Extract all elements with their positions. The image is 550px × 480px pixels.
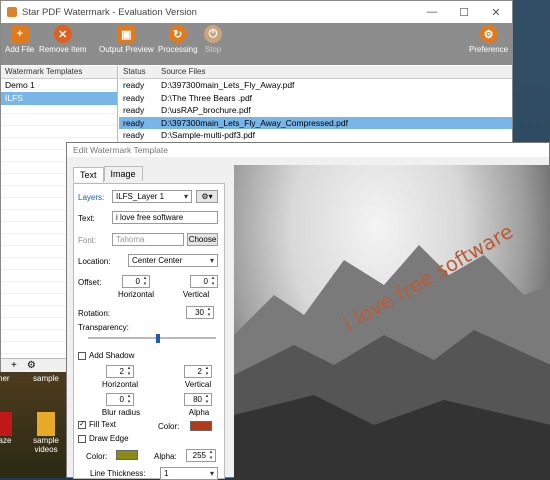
template-item-selected[interactable]: ILFS — [1, 92, 117, 105]
add-file-button[interactable]: + Add File — [5, 25, 34, 54]
desktop-icon-ner[interactable]: ner — [0, 374, 10, 383]
desktop-icon-sample[interactable]: sample — [33, 374, 59, 383]
title-bar: Star PDF Watermark - Evaluation Version … — [1, 1, 512, 23]
preview-icon: ▣ — [117, 25, 136, 43]
transparency-label: Transparency: — [78, 323, 129, 332]
draw-edge-checkbox[interactable] — [78, 435, 86, 443]
table-row[interactable]: ready D:\usRAP_brochure.pdf — [119, 104, 512, 117]
row-path: D:\The Three Bears .pdf — [161, 92, 253, 103]
preference-icon: ⚙ — [479, 25, 498, 43]
preview-image: i love free software — [234, 165, 550, 479]
edge-color-swatch[interactable] — [116, 450, 138, 460]
offset-vertical-stepper[interactable]: 0 — [190, 275, 218, 288]
fill-color-swatch[interactable] — [190, 421, 212, 431]
remove-item-button[interactable]: ✕ Remove Item — [39, 25, 87, 54]
shadow-vertical-stepper[interactable]: 2 — [184, 365, 212, 378]
layer-settings-button[interactable]: ⚙▾ — [196, 190, 218, 203]
row-path: D:\397300main_Lets_Fly_Away_Compressed.p… — [161, 117, 348, 128]
table-row[interactable]: ready D:\Sample-multi-pdf3.pdf — [119, 129, 512, 142]
templates-header: Watermark Templates — [1, 66, 117, 79]
row-status: ready — [123, 105, 145, 115]
shadow-horizontal-stepper[interactable]: 2 — [106, 365, 134, 378]
rotation-label: Rotation: — [78, 309, 111, 318]
layers-label: Layers: — [78, 193, 105, 202]
status-column-header[interactable]: Status — [119, 66, 161, 78]
tab-image[interactable]: Image — [103, 166, 143, 181]
transparency-slider-thumb[interactable] — [156, 334, 160, 343]
source-column-header[interactable]: Source Files — [161, 66, 205, 78]
processing-button[interactable]: ↻ Processing — [158, 25, 198, 54]
close-icon[interactable]: ✕ — [480, 6, 512, 19]
output-preview-button[interactable]: ▣ Output Preview — [99, 25, 154, 54]
edge-alpha-stepper[interactable]: 255 — [186, 449, 216, 462]
dialog-tabs: Text Image — [73, 166, 143, 182]
preference-button[interactable]: ⚙ Preference — [469, 25, 508, 54]
offset-horizontal-stepper[interactable]: 0 — [122, 275, 150, 288]
app-icon — [0, 412, 12, 436]
files-table: Status Source Files ready D:\397300main_… — [119, 66, 512, 146]
offset-vertical-caption: Vertical — [182, 290, 210, 299]
font-label: Font: — [78, 236, 97, 245]
desktop-icon-sample-videos[interactable]: sample videos — [30, 412, 62, 454]
row-status: ready — [123, 80, 145, 90]
tab-text[interactable]: Text — [73, 167, 104, 182]
fill-text-label: Fill Text — [89, 420, 116, 429]
mountain-landscape — [234, 245, 550, 479]
app-logo-icon — [7, 7, 17, 17]
blur-radius-stepper[interactable]: 0 — [106, 393, 134, 406]
text-settings-panel: Layers: ILFS_Layer 1 ⚙▾ Text: i love fre… — [73, 183, 225, 480]
draw-edge-label: Draw Edge — [89, 434, 129, 443]
line-thickness-label: Line Thickness: — [90, 469, 146, 478]
dialog-title: Edit Watermark Template — [67, 143, 549, 157]
add-template-button[interactable]: + — [11, 360, 17, 371]
blur-radius-caption: Blur radius — [101, 408, 141, 417]
row-status: ready — [123, 130, 145, 140]
folder-icon — [37, 412, 55, 436]
table-row-selected[interactable]: ready D:\397300main_Lets_Fly_Away_Compre… — [119, 116, 512, 129]
files-header: Status Source Files — [119, 66, 512, 79]
edit-template-dialog: Edit Watermark Template Text Image Layer… — [66, 142, 550, 480]
table-row[interactable]: ready D:\The Three Bears .pdf — [119, 92, 512, 105]
layers-dropdown[interactable]: ILFS_Layer 1 — [112, 190, 192, 203]
text-label: Text: — [78, 214, 95, 223]
row-path: D:\usRAP_brochure.pdf — [161, 105, 251, 115]
offset-horizontal-caption: Horizontal — [117, 290, 154, 299]
location-label: Location: — [78, 257, 111, 266]
toolbar: + Add File ✕ Remove Item ▣ Output Previe… — [1, 23, 512, 65]
line-thickness-dropdown[interactable]: 1 — [160, 467, 218, 480]
remove-icon: ✕ — [53, 25, 72, 43]
stop-button[interactable]: ⏻ Stop — [204, 25, 222, 54]
alpha-caption: Alpha — [188, 408, 210, 417]
watermark-text-input[interactable]: i love free software — [112, 211, 218, 224]
font-field[interactable]: Tahoma — [112, 233, 184, 246]
table-row[interactable]: ready D:\397300main_Lets_Fly_Away.pdf — [119, 79, 512, 92]
row-status: ready — [123, 92, 145, 103]
row-path: D:\Sample-multi-pdf3.pdf — [161, 130, 256, 140]
row-status: ready — [123, 117, 145, 128]
add-file-icon: + — [10, 25, 29, 43]
template-item[interactable]: Demo 1 — [1, 79, 117, 92]
transparency-slider-track — [88, 337, 216, 339]
stop-icon: ⏻ — [204, 25, 222, 43]
shadow-horizontal-caption: Horizontal — [101, 380, 138, 389]
rotation-stepper[interactable]: 30 — [186, 306, 214, 319]
fill-text-checkbox[interactable]: ✓ — [78, 421, 86, 429]
location-dropdown[interactable]: Center Center — [128, 254, 218, 267]
minimize-icon[interactable]: — — [416, 6, 448, 18]
edge-alpha-label: Alpha: — [154, 452, 177, 461]
fill-color-label: Color: — [158, 422, 180, 431]
processing-icon: ↻ — [168, 25, 187, 43]
add-shadow-label: Add Shadow — [89, 351, 135, 360]
maximize-icon[interactable]: ☐ — [448, 6, 480, 19]
edge-color-label: Color: — [86, 452, 108, 461]
template-settings-button[interactable]: ⚙ — [27, 360, 36, 371]
window-title: Star PDF Watermark - Evaluation Version — [22, 6, 197, 18]
offset-label: Offset: — [78, 278, 102, 287]
desktop-icon-aze[interactable]: aze — [0, 412, 12, 445]
add-shadow-checkbox[interactable] — [78, 352, 86, 360]
row-path: D:\397300main_Lets_Fly_Away.pdf — [161, 80, 295, 90]
shadow-alpha-stepper[interactable]: 80 — [184, 393, 212, 406]
choose-font-button[interactable]: Choose — [187, 233, 218, 246]
shadow-vertical-caption: Vertical — [184, 380, 212, 389]
